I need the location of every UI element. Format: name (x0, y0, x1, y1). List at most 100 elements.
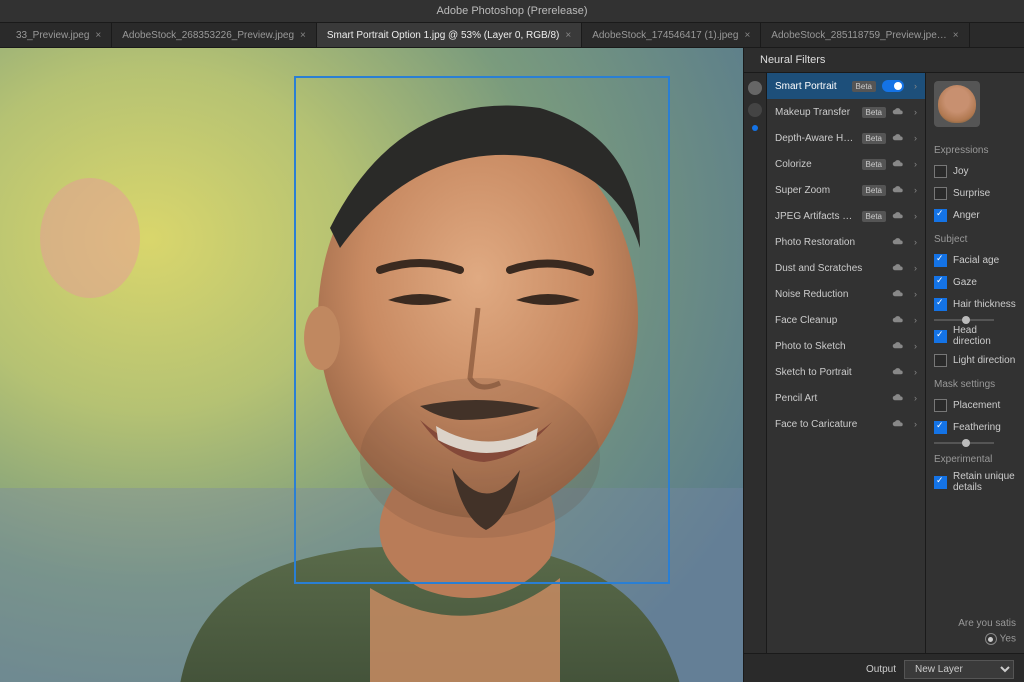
filter-label: Pencil Art (775, 393, 886, 404)
filter-label: Sketch to Portrait (775, 367, 886, 378)
checkbox-light-direction[interactable] (934, 354, 947, 367)
filter-jpeg-artifacts[interactable]: JPEG Artifacts Re… Beta › (767, 203, 925, 229)
filter-list: Smart Portrait Beta › Makeup Transfer Be… (767, 73, 926, 653)
close-icon[interactable]: × (744, 30, 750, 41)
checkbox-hair-thickness[interactable] (934, 298, 947, 311)
label-anger: Anger (953, 210, 980, 221)
document-tab-active[interactable]: Smart Portrait Option 1.jpg @ 53% (Layer… (317, 23, 582, 47)
chevron-right-icon: › (914, 419, 917, 429)
beta-badge: Beta (852, 81, 876, 92)
filter-noise-reduction[interactable]: Noise Reduction › (767, 281, 925, 307)
filter-pencil-art[interactable]: Pencil Art › (767, 385, 925, 411)
panel-tab-bar: Neural Filters (744, 48, 1024, 73)
cloud-indicator-icon (752, 125, 758, 131)
beta-badge: Beta (862, 133, 886, 144)
chevron-right-icon: › (914, 393, 917, 403)
panel-title: Neural Filters (752, 54, 833, 66)
chevron-right-icon: › (914, 211, 917, 221)
cloud-download-icon (892, 107, 904, 117)
cloud-download-icon (892, 367, 904, 377)
checkbox-anger[interactable] (934, 209, 947, 222)
filter-makeup-transfer[interactable]: Makeup Transfer Beta › (767, 99, 925, 125)
document-tab[interactable]: AdobeStock_174546417 (1).jpeg× (582, 23, 761, 47)
label-retain-details: Retain unique details (953, 471, 1016, 493)
cloud-download-icon (892, 289, 904, 299)
filter-label: Colorize (775, 159, 856, 170)
label-gaze: Gaze (953, 277, 977, 288)
checkbox-feathering[interactable] (934, 421, 947, 434)
filter-label: Makeup Transfer (775, 107, 856, 118)
canvas[interactable] (0, 48, 743, 682)
close-icon[interactable]: × (565, 30, 571, 41)
filter-label: Noise Reduction (775, 289, 886, 300)
section-subject: Subject (934, 234, 1016, 245)
output-label: Output (866, 664, 896, 675)
chevron-right-icon: › (914, 107, 917, 117)
label-placement: Placement (953, 400, 1000, 411)
label-surprise: Surprise (953, 188, 990, 199)
panel-body: Smart Portrait Beta › Makeup Transfer Be… (744, 73, 1024, 653)
tab-label: Smart Portrait Option 1.jpg @ 53% (Layer… (327, 30, 559, 41)
cloud-download-icon (892, 393, 904, 403)
checkbox-surprise[interactable] (934, 187, 947, 200)
checkbox-joy[interactable] (934, 165, 947, 178)
slider-feathering[interactable] (934, 442, 994, 444)
label-joy: Joy (953, 166, 969, 177)
document-tab[interactable]: AdobeStock_268353226_Preview.jpeg × (112, 23, 317, 47)
filter-label: JPEG Artifacts Re… (775, 211, 856, 222)
cloud-download-icon (892, 237, 904, 247)
filter-category-strip (744, 73, 767, 653)
satisfaction-text: Are you satis (934, 618, 1016, 629)
close-icon[interactable]: × (95, 30, 101, 41)
filter-label: Dust and Scratches (775, 263, 886, 274)
tab-label: AdobeStock_268353226_Preview.jpeg (122, 30, 294, 41)
radio-yes[interactable] (985, 633, 997, 645)
label-hair-thickness: Hair thickness (953, 299, 1016, 310)
checkbox-facial-age[interactable] (934, 254, 947, 267)
checkbox-retain-details[interactable] (934, 476, 947, 489)
satisfaction-prompt: Are you satis Yes (934, 612, 1016, 645)
filter-face-to-caricature[interactable]: Face to Caricature › (767, 411, 925, 437)
checkbox-gaze[interactable] (934, 276, 947, 289)
filter-label: Face to Caricature (775, 419, 886, 430)
chevron-right-icon: › (914, 159, 917, 169)
face-thumbnail[interactable] (934, 81, 980, 127)
filter-label: Smart Portrait (775, 81, 846, 92)
beta-badge: Beta (862, 211, 886, 222)
chevron-right-icon: › (914, 185, 917, 195)
slider-hair-thickness[interactable] (934, 319, 994, 321)
filter-photo-to-sketch[interactable]: Photo to Sketch › (767, 333, 925, 359)
filter-dust-and-scratches[interactable]: Dust and Scratches › (767, 255, 925, 281)
label-facial-age: Facial age (953, 255, 999, 266)
label-yes: Yes (1000, 634, 1016, 645)
document-image (0, 48, 743, 682)
output-select[interactable]: New Layer (904, 660, 1014, 679)
filter-sketch-to-portrait[interactable]: Sketch to Portrait › (767, 359, 925, 385)
all-filters-icon[interactable] (748, 81, 762, 95)
label-head-direction: Head direction (953, 325, 1016, 347)
document-tab[interactable]: 33_Preview.jpeg× (6, 23, 112, 47)
beta-badge: Beta (862, 185, 886, 196)
cloud-download-icon (892, 133, 904, 143)
filter-face-cleanup[interactable]: Face Cleanup › (767, 307, 925, 333)
filter-label: Photo Restoration (775, 237, 886, 248)
filter-smart-portrait[interactable]: Smart Portrait Beta › (767, 73, 925, 99)
close-icon[interactable]: × (300, 30, 306, 41)
chevron-right-icon: › (914, 133, 917, 143)
close-icon[interactable]: × (953, 30, 959, 41)
filter-depth-aware-haze[interactable]: Depth-Aware Haze Beta › (767, 125, 925, 151)
wait-list-icon[interactable] (748, 103, 762, 117)
toggle-switch[interactable] (882, 80, 904, 92)
filter-colorize[interactable]: Colorize Beta › (767, 151, 925, 177)
app-title: Adobe Photoshop (Prerelease) (436, 5, 587, 17)
cloud-download-icon (892, 263, 904, 273)
filter-photo-restoration[interactable]: Photo Restoration › (767, 229, 925, 255)
checkbox-head-direction[interactable] (934, 330, 947, 343)
chevron-right-icon: › (914, 237, 917, 247)
chevron-right-icon: › (914, 367, 917, 377)
filter-super-zoom[interactable]: Super Zoom Beta › (767, 177, 925, 203)
tab-label: AdobeStock_285118759_Preview.jpe… (771, 30, 947, 41)
document-tab[interactable]: AdobeStock_285118759_Preview.jpe… × (761, 23, 969, 47)
checkbox-placement[interactable] (934, 399, 947, 412)
filter-label: Face Cleanup (775, 315, 886, 326)
